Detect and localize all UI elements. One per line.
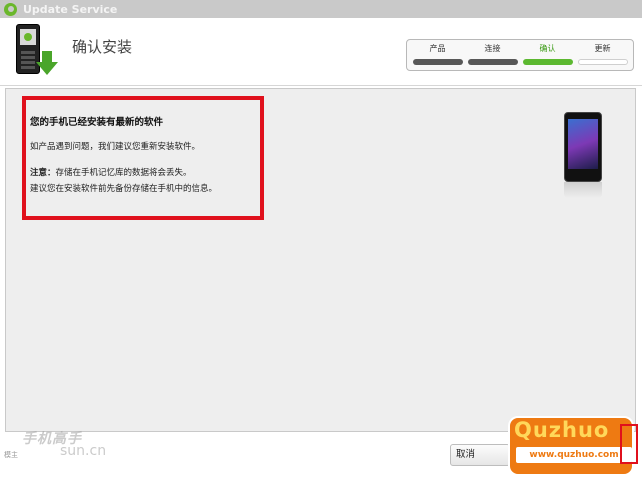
page-title: 确认安装 (72, 38, 133, 56)
smartphone-icon (564, 112, 602, 182)
app-logo-icon (4, 2, 17, 16)
highlight-corner (620, 424, 638, 464)
device-reflection (564, 182, 602, 198)
step-label: 连接 (484, 44, 501, 53)
message-line: 如产品遇到问题，我们建议您重新安装软件。 (30, 142, 201, 152)
step-update: 更新 (575, 40, 630, 70)
step-bar (412, 59, 463, 65)
watermark-small: 模主 (4, 451, 18, 459)
step-label: 更新 (594, 44, 611, 53)
title-bar: Update Service (0, 0, 642, 18)
download-arrow-icon (36, 51, 58, 75)
step-product: 产品 (410, 40, 465, 70)
progress-steps: 产品 连接 确认 更新 (406, 39, 634, 71)
watermark-brand: Quzhuo (514, 418, 610, 442)
note-text: 存储在手机记忆库的数据将会丢失。 (55, 168, 192, 178)
message-line: 建议您在安装软件前先备份存储在手机中的信息。 (30, 184, 218, 194)
note-label: 注意： (30, 168, 56, 178)
step-bar (577, 59, 628, 65)
window-title: Update Service (23, 2, 118, 16)
message-note: 注意：存储在手机记忆库的数据将会丢失。 (30, 166, 192, 178)
step-label: 产品 (429, 44, 446, 53)
step-bar (522, 59, 573, 65)
watermark-left-url: sun.cn (60, 443, 107, 459)
watermark-url: www.quzhuo.com (516, 447, 632, 463)
cancel-button[interactable]: 取消 (450, 444, 510, 466)
message-title: 您的手机已经安装有最新的软件 (30, 117, 164, 128)
step-label: 确认 (539, 44, 556, 53)
step-bar (467, 59, 518, 65)
step-confirm: 确认 (520, 40, 575, 70)
step-connect: 连接 (465, 40, 520, 70)
